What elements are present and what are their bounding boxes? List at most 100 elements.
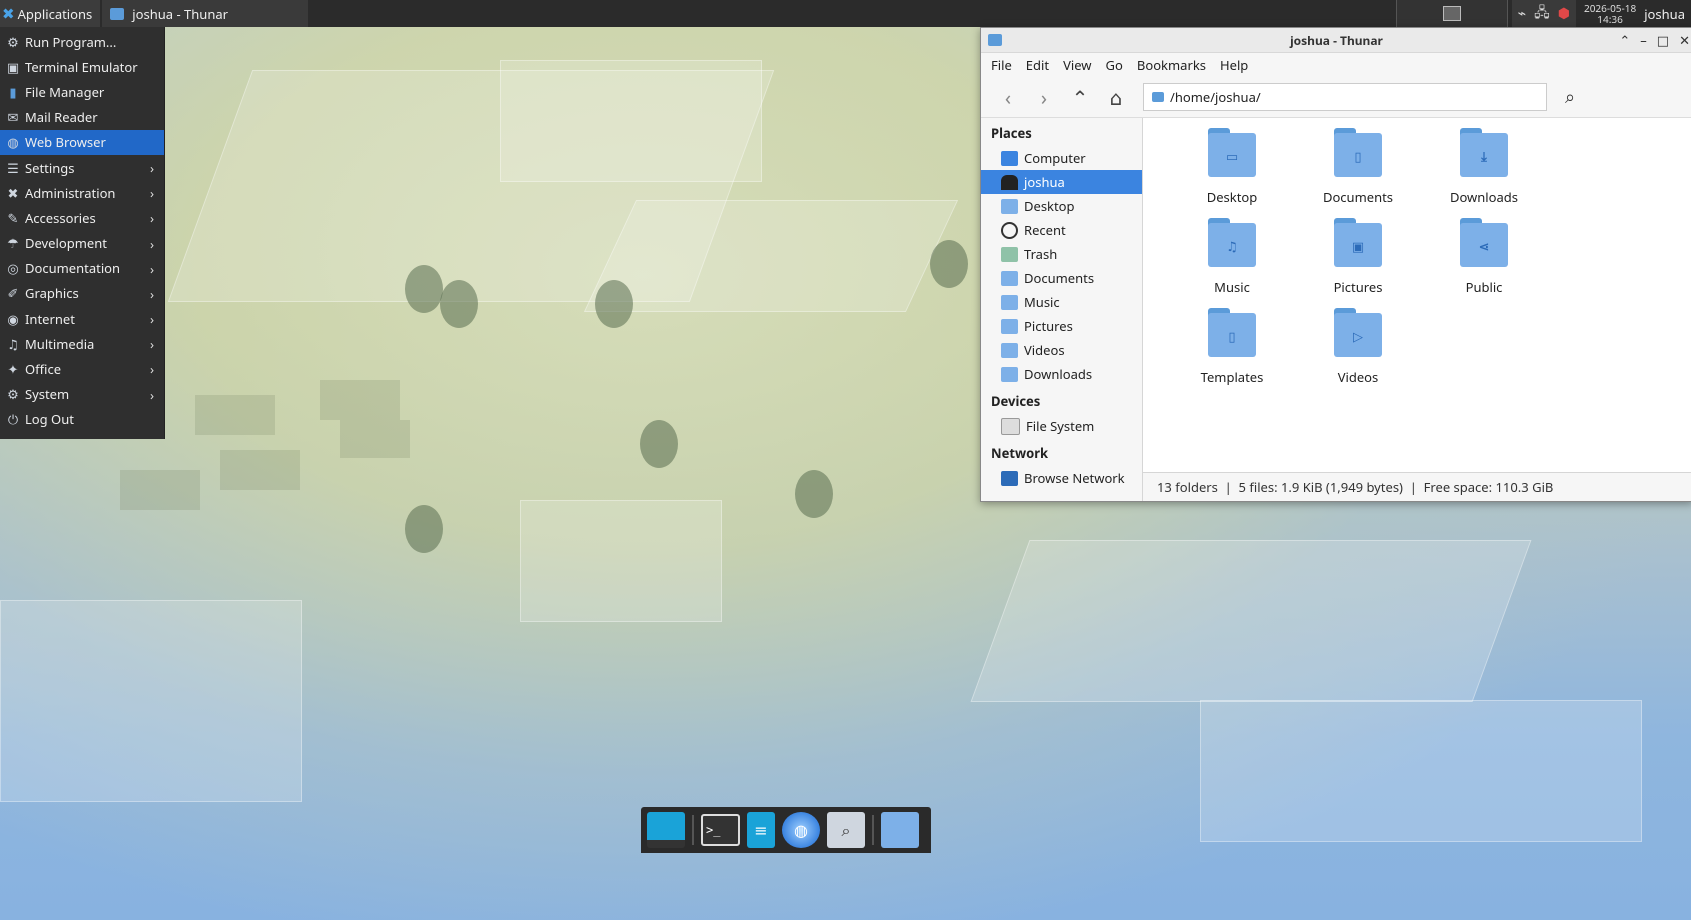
sidebar-item-label: Videos <box>1024 341 1065 359</box>
documents-folder-icon: ▯ <box>1334 128 1382 178</box>
clock[interactable]: 2026-05-18 14:36 <box>1576 2 1644 25</box>
menu-item-system[interactable]: ⚙ System › <box>0 382 164 407</box>
downloads-folder-icon <box>1001 366 1018 382</box>
terminal-icon[interactable]: >_ <box>701 814 740 846</box>
menu-item-graphics[interactable]: ✐ Graphics › <box>0 281 164 306</box>
folder-icon <box>1152 92 1164 102</box>
applications-menu-button[interactable]: ✖ Applications <box>0 0 101 27</box>
folder-item-public[interactable]: ⋖ Public <box>1421 218 1547 300</box>
menu-item-settings[interactable]: ☰ Settings › <box>0 155 164 180</box>
sidebar-item-label: Trash <box>1024 245 1058 263</box>
folder-item-documents[interactable]: ▯ Documents <box>1295 128 1421 210</box>
menu-item-label: Accessories <box>25 208 96 227</box>
menu-edit[interactable]: Edit <box>1026 56 1049 74</box>
home-icon[interactable]: ⌂ <box>1103 84 1129 111</box>
sidebar-item-desktop[interactable]: Desktop <box>981 194 1142 218</box>
sidebar-item-computer[interactable]: Computer <box>981 146 1142 170</box>
taskbar-thunar-button[interactable]: joshua - Thunar <box>102 0 309 27</box>
logout-icon: ⏻ <box>7 410 19 429</box>
public-folder-icon: ⋖ <box>1460 218 1508 268</box>
folder-item-pictures[interactable]: ▣ Pictures <box>1295 218 1421 300</box>
menu-item-terminal-emulator[interactable]: ▣ Terminal Emulator <box>0 54 164 79</box>
menu-item-label: Development <box>25 234 107 253</box>
menu-go[interactable]: Go <box>1106 56 1123 74</box>
chevron-right-icon: › <box>149 259 154 278</box>
sidebar-item-file-system[interactable]: File System <box>981 414 1142 438</box>
shade-icon[interactable]: ⌃ <box>1619 31 1630 49</box>
updates-icon[interactable]: ⬢ <box>1558 4 1570 23</box>
menu-item-run-program[interactable]: ⚙ Run Program... <box>0 29 164 54</box>
parent-folder-icon[interactable]: ⌃ <box>1067 84 1093 111</box>
maximize-icon[interactable]: □ <box>1657 31 1669 49</box>
file-manager-icon[interactable]: ≡ <box>747 812 775 848</box>
file-manager-icon: ▮ <box>9 82 17 101</box>
network-icon[interactable]: 🖧 <box>1534 2 1550 26</box>
documentation-icon: ◎ <box>7 259 19 278</box>
sidebar-item-browse-network[interactable]: Browse Network <box>981 466 1142 490</box>
sidebar-item-pictures[interactable]: Pictures <box>981 314 1142 338</box>
menu-item-file-manager[interactable]: ▮ File Manager <box>0 79 164 104</box>
location-bar[interactable]: /home/joshua/ <box>1143 83 1547 111</box>
workspace-1[interactable] <box>1442 6 1461 21</box>
sidebar-item-music[interactable]: Music <box>981 290 1142 314</box>
menu-bookmarks[interactable]: Bookmarks <box>1137 56 1206 74</box>
settings-icon: ☰ <box>7 158 19 177</box>
sidebar-item-label: Computer <box>1024 149 1086 167</box>
search-icon[interactable]: ⌕ <box>1565 85 1575 109</box>
menu-item-label: Settings <box>25 158 75 177</box>
sidebar-item-label: Documents <box>1024 269 1095 287</box>
back-icon[interactable]: ‹ <box>995 84 1021 111</box>
file-view[interactable]: ▭ Desktop ▯ Documents ⤓ Downloads ♫ Musi… <box>1143 118 1691 501</box>
menu-item-office[interactable]: ✦ Office › <box>0 356 164 381</box>
chevron-right-icon: › <box>149 335 154 354</box>
run-icon: ⚙ <box>7 32 19 51</box>
menu-item-web-browser[interactable]: ◍ Web Browser <box>0 129 164 155</box>
folder-item-downloads[interactable]: ⤓ Downloads <box>1421 128 1547 210</box>
folder-item-desktop[interactable]: ▭ Desktop <box>1169 128 1295 210</box>
menu-item-internet[interactable]: ◉ Internet › <box>0 306 164 331</box>
minimize-icon[interactable]: – <box>1640 31 1647 49</box>
menu-item-multimedia[interactable]: ♫ Multimedia › <box>0 331 164 356</box>
sidebar-item-downloads[interactable]: Downloads <box>981 362 1142 386</box>
menu-item-documentation[interactable]: ◎ Documentation › <box>0 256 164 281</box>
menu-item-development[interactable]: ☂ Development › <box>0 231 164 256</box>
menu-item-log-out[interactable]: ⏻ Log Out <box>0 407 164 432</box>
downloads-folder-icon: ⤓ <box>1460 128 1508 178</box>
menu-item-mail-reader[interactable]: ✉ Mail Reader <box>0 105 164 130</box>
drive-icon <box>1001 417 1020 435</box>
sidebar-item-joshua[interactable]: joshua <box>981 170 1142 194</box>
menu-help[interactable]: Help <box>1220 56 1248 74</box>
sidebar-item-recent[interactable]: Recent <box>981 218 1142 242</box>
thunar-window: joshua - Thunar ⌃ – □ ✕ File Edit View G… <box>980 27 1691 502</box>
workspace-switcher[interactable] <box>1395 0 1508 27</box>
close-icon[interactable]: ✕ <box>1679 31 1690 49</box>
menu-item-accessories[interactable]: ✎ Accessories › <box>0 205 164 230</box>
window-titlebar[interactable]: joshua - Thunar ⌃ – □ ✕ <box>981 28 1691 53</box>
menu-item-administration[interactable]: ✖ Administration › <box>0 180 164 205</box>
show-desktop-icon[interactable] <box>647 812 685 848</box>
web-browser-icon[interactable]: ◍ <box>782 812 820 848</box>
menu-view[interactable]: View <box>1063 56 1091 74</box>
forward-icon[interactable]: › <box>1031 84 1057 111</box>
folder-item-videos[interactable]: ▷ Videos <box>1295 308 1421 390</box>
folder-item-templates[interactable]: ▯ Templates <box>1169 308 1295 390</box>
folder-label: Downloads <box>1449 188 1519 206</box>
menu-item-label: Graphics <box>25 284 79 303</box>
system-icon: ⚙ <box>7 385 19 404</box>
folder-item-music[interactable]: ♫ Music <box>1169 218 1295 300</box>
sidebar-item-trash[interactable]: Trash <box>981 242 1142 266</box>
menu-file[interactable]: File <box>991 56 1012 74</box>
toolbar: ‹ › ⌃ ⌂ /home/joshua/ ⌕ <box>981 77 1691 118</box>
sidebar-item-label: Pictures <box>1024 317 1073 335</box>
menu-item-label: Run Program... <box>25 32 117 51</box>
sidebar-item-documents[interactable]: Documents <box>981 266 1142 290</box>
app-finder-icon[interactable]: ⌕ <box>827 812 865 848</box>
sidebar-item-videos[interactable]: Videos <box>981 338 1142 362</box>
power-manager-icon[interactable]: ⌁ <box>1518 4 1526 23</box>
menu-item-label: Internet <box>25 309 75 328</box>
user-menu[interactable]: joshua <box>1644 5 1691 23</box>
folder-label: Pictures <box>1333 278 1383 296</box>
office-icon: ✦ <box>7 360 19 379</box>
home-folder-icon[interactable] <box>881 812 919 848</box>
chevron-right-icon: › <box>149 158 154 177</box>
